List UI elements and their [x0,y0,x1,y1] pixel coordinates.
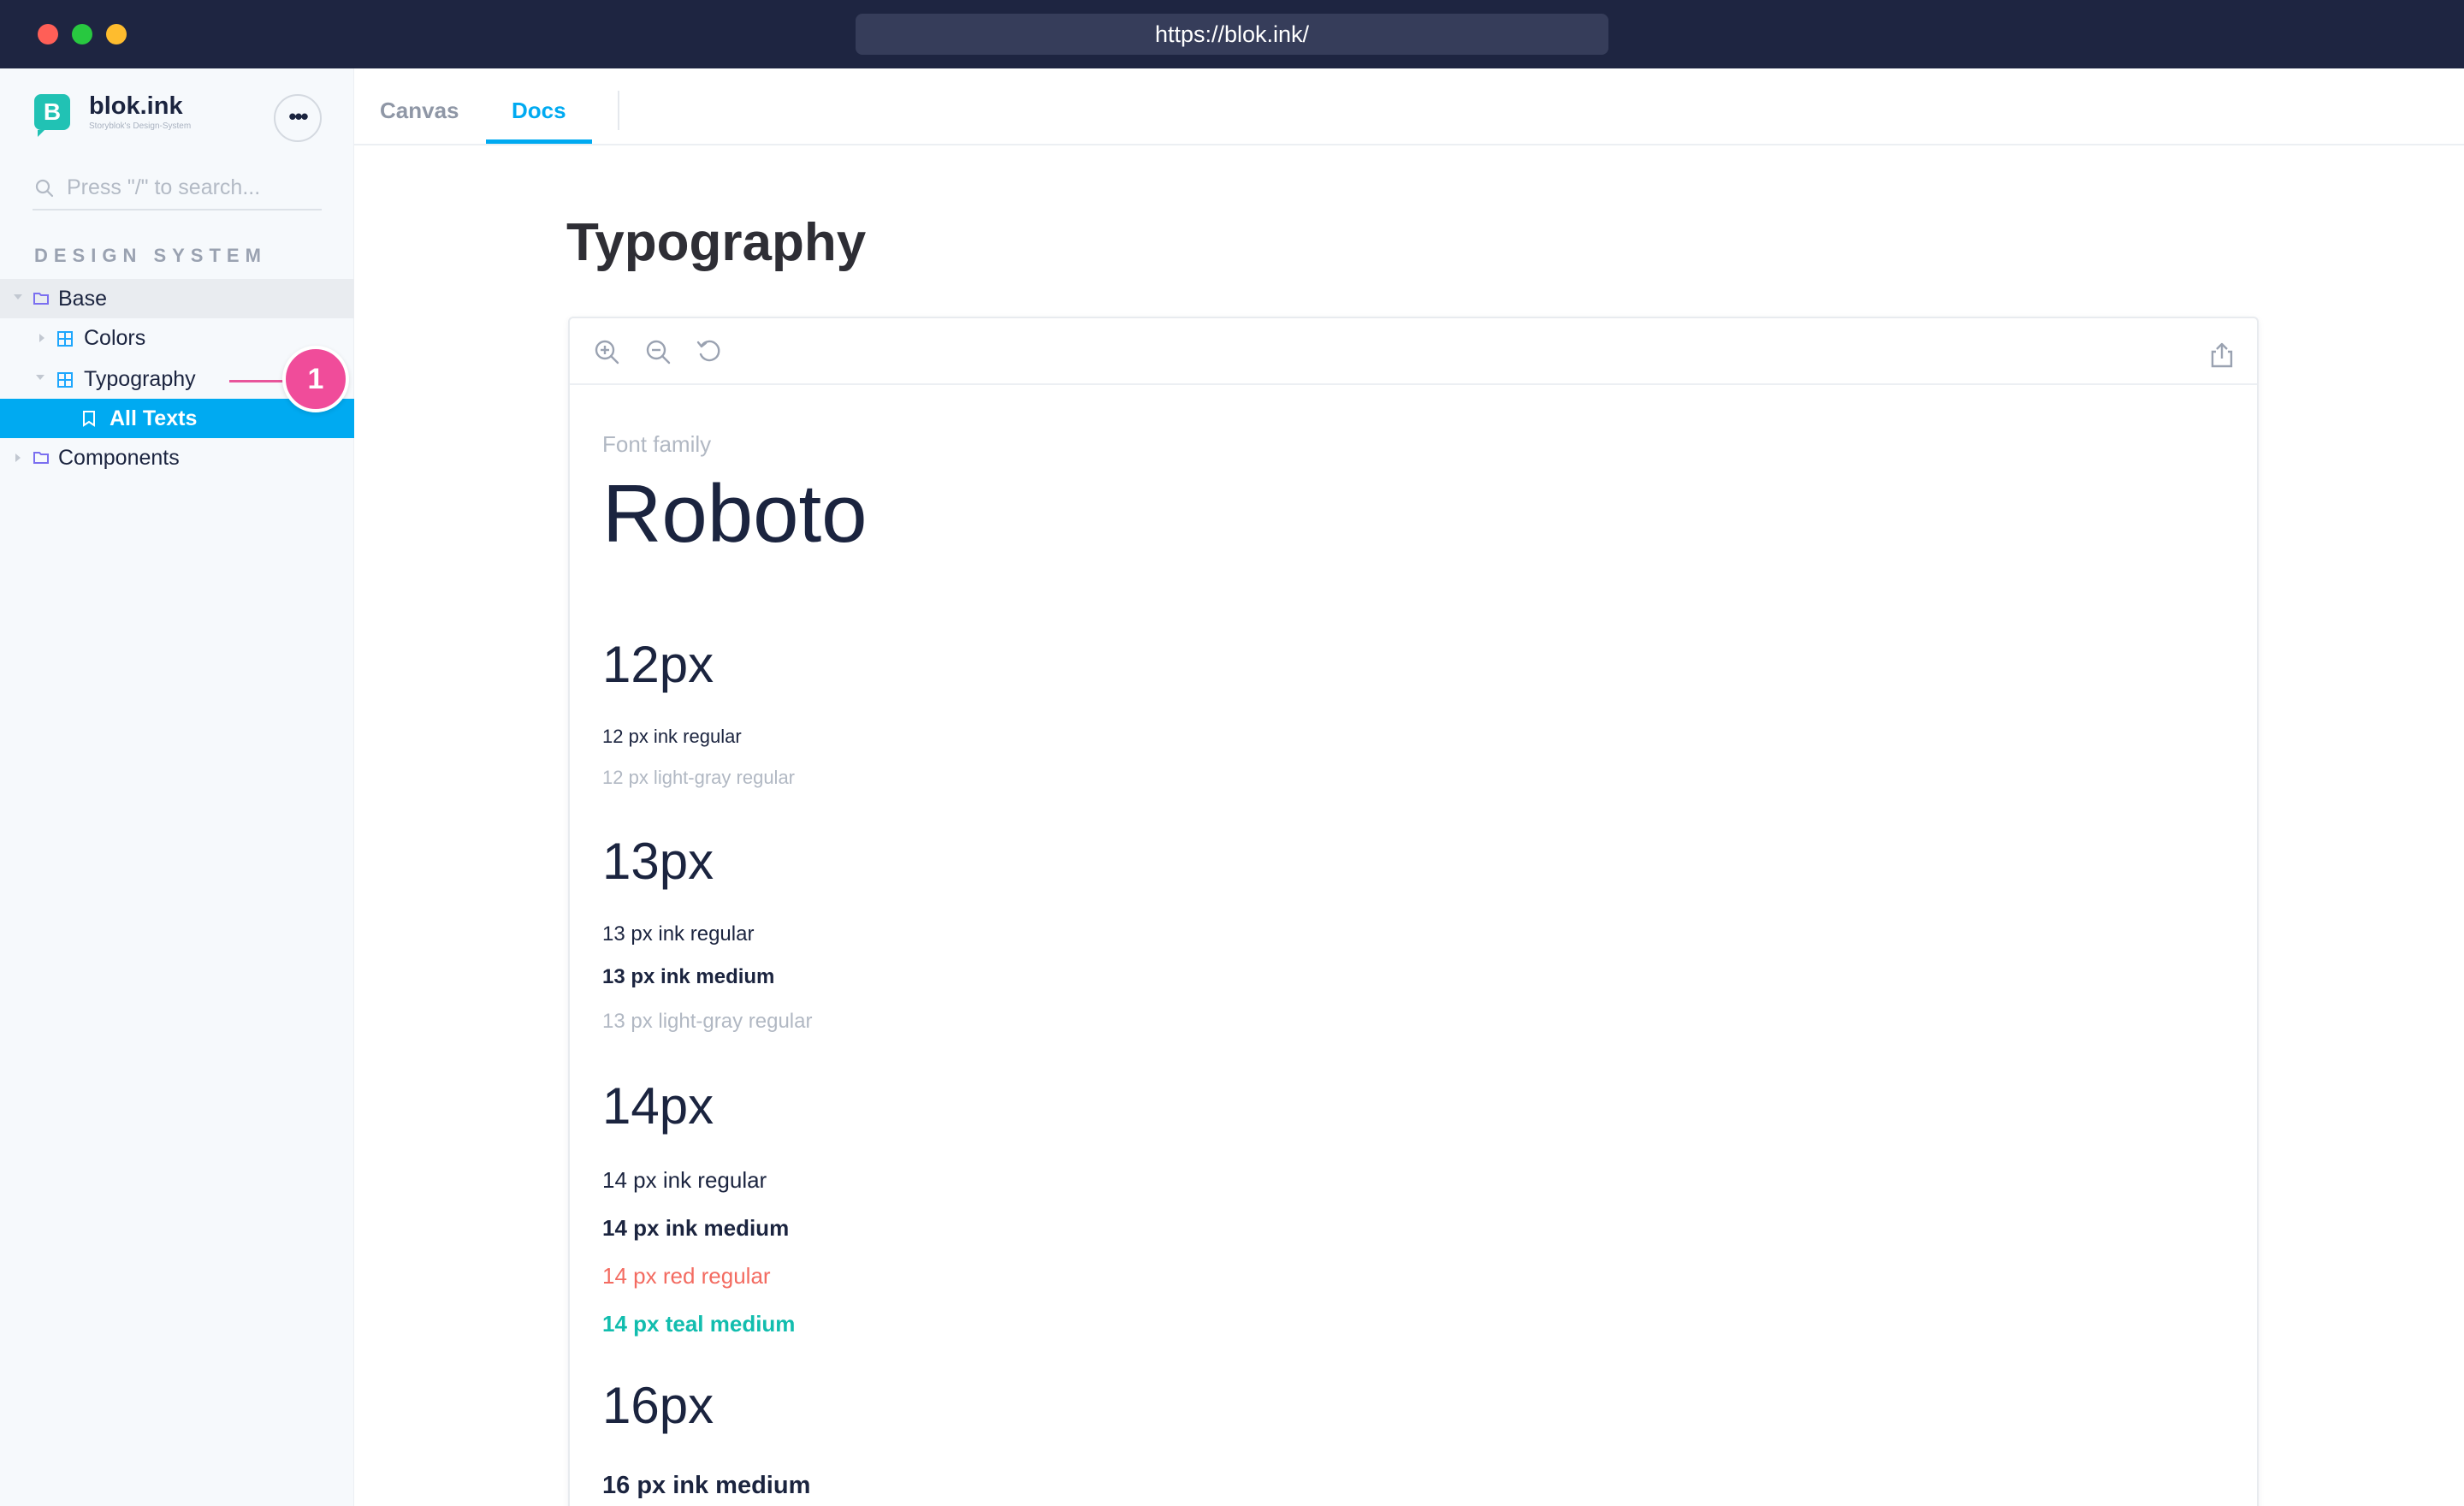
brand-subtitle: Storyblok's Design-System [89,122,192,131]
text-sample: 14 px red regular [602,1263,771,1289]
zoom-in-icon[interactable] [592,337,621,366]
sidebar-item-base[interactable]: Base [0,279,354,318]
font-family-name: Roboto [602,468,868,560]
size-heading-16px: 16px [602,1377,714,1434]
page-title: Typography [566,213,867,272]
tab-bar: Canvas Docs [354,68,2464,145]
sidebar-item-label: Colors [84,326,146,350]
more-options-button[interactable]: ••• [274,94,322,142]
story-preview: Font family Roboto 12px 12 px ink regula… [568,317,2259,1506]
chevron-down-icon [14,294,22,299]
zoom-out-icon[interactable] [643,337,672,366]
url-bar[interactable]: https://blok.ink/ [856,14,1608,55]
text-sample: 14 px ink medium [602,1215,790,1241]
search-box [33,169,322,210]
browser-titlebar: https://blok.ink/ [0,0,2464,68]
bookmark-icon [83,411,95,427]
sidebar: B blok.ink Storyblok's Design-System •••… [0,68,354,1506]
text-sample: 13 px ink regular [602,922,755,946]
share-icon[interactable] [2207,341,2236,370]
maximize-window-button[interactable] [72,24,92,44]
reset-zoom-icon[interactable] [695,337,724,366]
preview-toolbar [570,318,2257,385]
active-tab-indicator [486,139,592,144]
folder-icon [33,293,49,305]
component-icon [57,331,73,347]
tab-canvas[interactable]: Canvas [380,98,459,124]
brand-name[interactable]: blok.ink [89,92,183,121]
tab-divider [618,91,619,130]
text-sample: 16 px ink medium [602,1472,811,1499]
font-family-label: Font family [602,431,712,457]
text-sample: 14 px teal medium [602,1311,796,1337]
chevron-down-icon [36,375,44,380]
chevron-right-icon [15,454,21,462]
blok-logo-icon[interactable]: B [34,94,70,137]
size-heading-13px: 13px [602,833,714,890]
text-sample: 13 px light-gray regular [602,1010,813,1033]
sidebar-item-label: Base [58,287,107,311]
folder-icon [33,452,49,464]
text-sample: 12 px light-gray regular [602,767,796,788]
size-heading-12px: 12px [602,636,714,693]
annotation-badge: 1 [282,346,349,412]
annotation-connector [229,380,287,382]
sidebar-item-label: Components [58,446,180,470]
text-sample: 12 px ink regular [602,726,742,747]
chevron-right-icon [39,334,44,342]
text-sample: 14 px ink regular [602,1167,767,1193]
minimize-window-button[interactable] [106,24,127,44]
close-window-button[interactable] [38,24,58,44]
section-heading-design-system: DESIGN SYSTEM [34,245,267,266]
sidebar-item-components[interactable]: Components [0,438,354,477]
text-sample: 13 px ink medium [602,965,775,988]
size-heading-14px: 14px [602,1077,714,1135]
component-icon [57,372,73,388]
sidebar-item-label: Typography [84,367,196,391]
sidebar-item-label: All Texts [110,406,198,430]
search-icon [35,179,54,198]
tab-docs[interactable]: Docs [512,98,566,124]
search-input[interactable] [67,171,315,204]
